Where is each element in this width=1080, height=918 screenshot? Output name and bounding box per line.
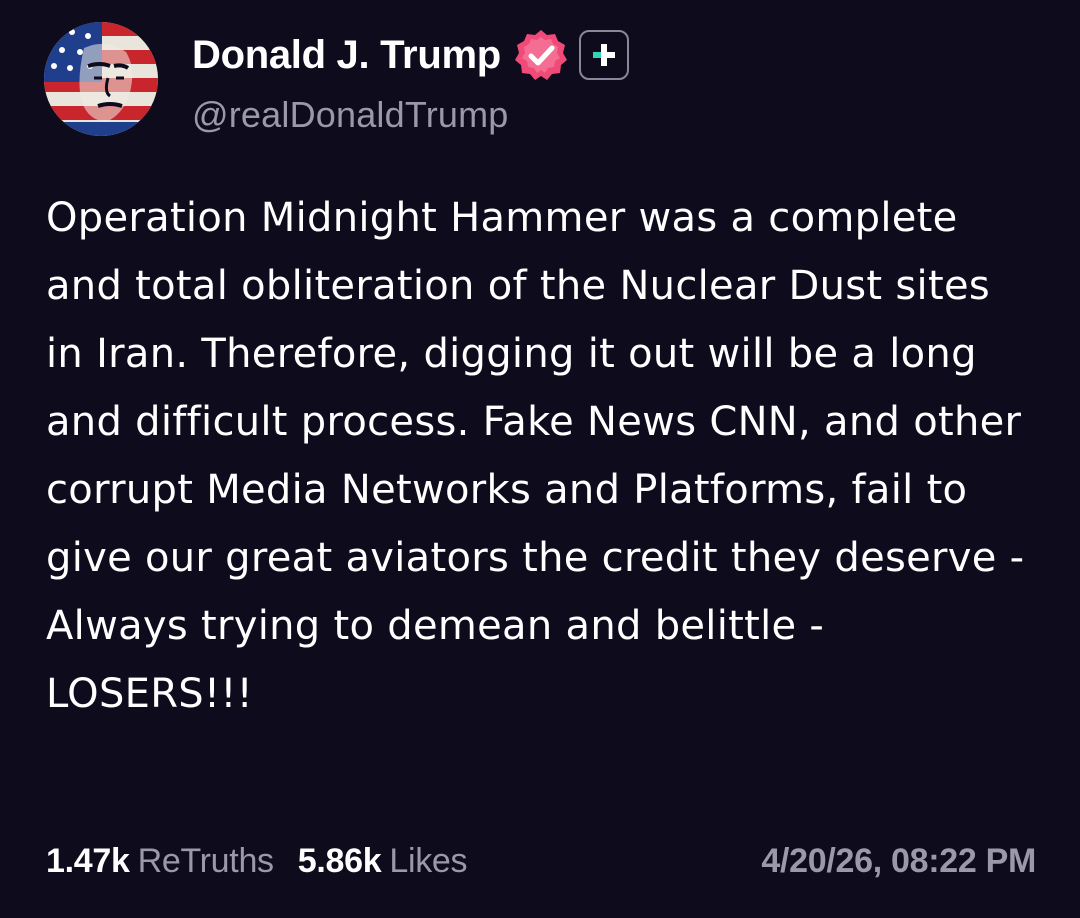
post-header: Donald J. Trump @realDonaldTrump bbox=[44, 22, 629, 140]
retruths-count: 1.47k bbox=[46, 841, 130, 880]
display-name[interactable]: Donald J. Trump bbox=[192, 33, 501, 78]
flag-portrait-icon bbox=[44, 22, 158, 136]
post-timestamp[interactable]: 4/20/26, 08:22 PM bbox=[761, 842, 1036, 881]
likes-count: 5.86k bbox=[297, 841, 382, 880]
user-handle[interactable]: @realDonaldTrump bbox=[192, 94, 629, 136]
author-info: Donald J. Trump @realDonaldTrump bbox=[192, 30, 629, 136]
likes-label: Likes bbox=[389, 841, 468, 880]
name-row: Donald J. Trump bbox=[192, 30, 629, 80]
post-body: Operation Midnight Hammer was a complete… bbox=[46, 195, 1038, 717]
add-plus-icon[interactable] bbox=[578, 30, 629, 80]
likes-stat[interactable]: 5.86k Likes bbox=[297, 841, 468, 881]
post-footer: 1.47k ReTruths 5.86k Likes 4/20/26, 08:2… bbox=[46, 836, 1036, 886]
retruths-label: ReTruths bbox=[137, 841, 274, 880]
avatar[interactable] bbox=[44, 22, 158, 136]
retruths-stat[interactable]: 1.47k ReTruths bbox=[46, 842, 274, 881]
truth-post: Donald J. Trump @realDonaldTrump Operati… bbox=[0, 0, 1080, 918]
verified-badge-icon bbox=[513, 27, 569, 83]
